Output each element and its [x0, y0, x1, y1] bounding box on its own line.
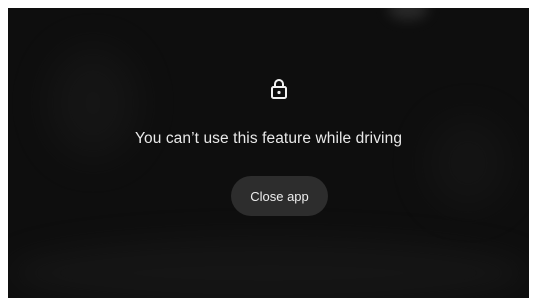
background-blur-shape [8, 238, 529, 298]
close-app-button[interactable]: Close app [231, 176, 328, 216]
restriction-message: You can’t use this feature while driving [134, 130, 403, 147]
background-blur-shape [388, 8, 428, 20]
lock-icon [271, 79, 287, 99]
driving-restriction-screen: You can’t use this feature while driving… [8, 8, 529, 298]
